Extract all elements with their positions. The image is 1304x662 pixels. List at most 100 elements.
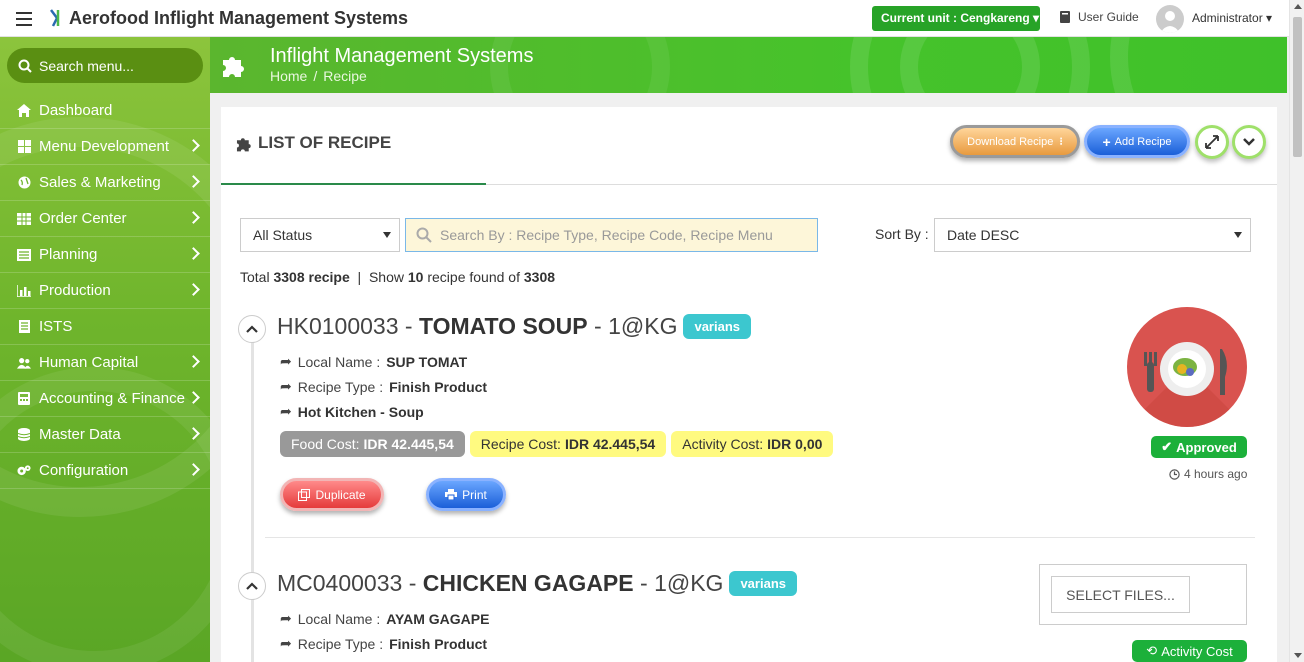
puzzle-icon [236, 137, 251, 151]
sidebar-item-label: Master Data [39, 426, 121, 443]
current-unit-button[interactable]: Current unit : Cengkareng ▾ [872, 6, 1040, 31]
document-icon [17, 320, 31, 334]
summary-total-count: 3308 recipe [273, 269, 350, 285]
download-recipe-label: Download Recipe [967, 135, 1054, 148]
chevron-up-icon [246, 582, 258, 590]
result-summary: Total 3308 recipe | Show 10 recipe found… [240, 269, 556, 285]
globe-icon [17, 176, 31, 190]
share-arrow-icon: ➦ [280, 403, 292, 419]
activity-cost-button[interactable]: ⟲ Activity Cost [1132, 640, 1247, 662]
recipe-separator [265, 537, 1255, 538]
plus-icon: + [1102, 133, 1111, 150]
recipe-cost-badge: Recipe Cost: IDR 42.445,54 [469, 431, 667, 457]
search-icon [18, 59, 32, 73]
print-button[interactable]: Print [426, 478, 506, 511]
sidebar-item-label: Accounting & Finance [39, 390, 185, 407]
sidebar-item-production[interactable]: Production [0, 273, 210, 309]
book-icon [1060, 11, 1070, 23]
sidebar-item-label: Dashboard [39, 102, 113, 119]
puzzle-icon [223, 57, 244, 77]
sidebar-item-label: Planning [39, 246, 98, 263]
chevron-right-icon [187, 463, 200, 476]
collapse-recipe-button[interactable] [238, 315, 266, 343]
sort-select-value: Date DESC [947, 227, 1020, 243]
recipe-title[interactable]: HK0100033 - TOMATO SOUP - 1@KG varians [277, 313, 752, 340]
calculator-icon [17, 392, 31, 406]
sidebar-item-ists[interactable]: ISTS [0, 309, 210, 345]
recipe-list-panel: LIST OF RECIPE Download Recipe ⁝ + Add Rec… [221, 107, 1277, 662]
status-select[interactable]: All Status [240, 218, 400, 252]
recipe-code: MC0400033 [277, 570, 403, 596]
chevron-right-icon [187, 139, 200, 152]
sidebar-item-configuration[interactable]: Configuration [0, 453, 210, 489]
scroll-down-arrow-icon[interactable] [1294, 653, 1302, 658]
time-ago-label: 4 hours ago [1184, 467, 1248, 481]
grid-icon [17, 212, 31, 226]
sidebar-search[interactable]: Search menu... [7, 48, 203, 83]
check-icon: ✔ [1161, 439, 1173, 454]
database-icon [17, 428, 31, 442]
variant-badge: varians [683, 314, 752, 339]
user-guide-link[interactable]: User Guide [1058, 10, 1139, 24]
breadcrumb: Home / Recipe [270, 68, 367, 84]
summary-show-count: 10 [407, 269, 424, 285]
duplicate-button[interactable]: Duplicate [280, 478, 384, 511]
scroll-up-arrow-icon[interactable] [1294, 4, 1302, 9]
sidebar-nav: Dashboard Menu Development Sales & Marke… [0, 93, 210, 489]
share-arrow-icon: ➦ [280, 610, 292, 626]
recipe-search-input[interactable]: Search By : Recipe Type, Recipe Code, Re… [405, 218, 818, 252]
sidebar-item-menu-development[interactable]: Menu Development [0, 129, 210, 165]
banner-title: Inflight Management Systems [270, 45, 534, 67]
sidebar-item-label: Sales & Marketing [39, 174, 161, 191]
breadcrumb-home-link[interactable]: Home [270, 68, 307, 84]
sidebar-item-dashboard[interactable]: Dashboard [0, 93, 210, 129]
recipe-type-label: Recipe Type : [297, 635, 384, 652]
download-recipe-button[interactable]: Download Recipe ⁝ [950, 125, 1080, 158]
activity-cost-label: Activity Cost: [682, 436, 764, 452]
user-menu[interactable]: Administrator ▾ [1192, 11, 1272, 25]
recipe-type: ➦ Recipe Type : Finish Product [280, 378, 487, 395]
windows-icon [17, 140, 31, 154]
file-upload-box: SELECT FILES... [1039, 564, 1247, 625]
recipe-type-label: Recipe Type : [297, 378, 384, 395]
hamburger-menu-icon[interactable] [16, 12, 32, 26]
recipe-title[interactable]: MC0400033 - CHICKEN GAGAPE - 1@KG varian… [277, 570, 797, 597]
user-avatar[interactable] [1156, 5, 1184, 33]
sidebar-search-placeholder: Search menu... [39, 57, 134, 74]
list-icon [17, 248, 31, 262]
sidebar-item-label: Production [39, 282, 111, 299]
sidebar-item-accounting-finance[interactable]: Accounting & Finance [0, 381, 210, 417]
timeline-line [251, 332, 254, 662]
select-files-button[interactable]: SELECT FILES... [1051, 576, 1190, 613]
breadcrumb-current: Recipe [323, 68, 367, 84]
active-tab-underline [221, 183, 486, 185]
add-recipe-button[interactable]: + Add Recipe [1084, 125, 1190, 158]
caret-down-icon [1234, 232, 1242, 238]
summary-found-text: recipe found of [427, 269, 520, 285]
search-placeholder: Search By : Recipe Type, Recipe Code, Re… [440, 227, 773, 243]
chevron-right-icon [187, 283, 200, 296]
collapse-recipe-button[interactable] [238, 572, 266, 600]
sidebar-item-label: Human Capital [39, 354, 139, 371]
fullscreen-button[interactable] [1195, 125, 1229, 159]
sidebar-item-planning[interactable]: Planning [0, 237, 210, 273]
sidebar-item-sales-marketing[interactable]: Sales & Marketing [0, 165, 210, 201]
sort-select[interactable]: Date DESC [934, 218, 1251, 252]
chevron-right-icon [187, 247, 200, 260]
chevron-down-icon [1243, 138, 1255, 146]
sidebar-item-master-data[interactable]: Master Data [0, 417, 210, 453]
summary-show-prefix: Show [368, 269, 404, 285]
cost-badges: Food Cost: IDR 42.445,54 Recipe Cost: IDR … [280, 431, 834, 457]
bar-chart-icon [17, 284, 31, 298]
local-name-value: SUP TOMAT [386, 353, 468, 370]
local-name-label: Local Name : [297, 353, 381, 370]
sidebar-item-human-capital[interactable]: Human Capital [0, 345, 210, 381]
search-icon [416, 227, 432, 243]
scrollbar-thumb[interactable] [1293, 17, 1302, 157]
sort-by-label: Sort By : [875, 226, 929, 242]
page-scrollbar[interactable] [1289, 0, 1304, 662]
collapse-panel-button[interactable] [1232, 125, 1266, 159]
caret-down-icon: ▾ [1033, 11, 1040, 25]
sidebar-item-order-center[interactable]: Order Center [0, 201, 210, 237]
caret-down-icon: ▾ [1266, 11, 1273, 25]
